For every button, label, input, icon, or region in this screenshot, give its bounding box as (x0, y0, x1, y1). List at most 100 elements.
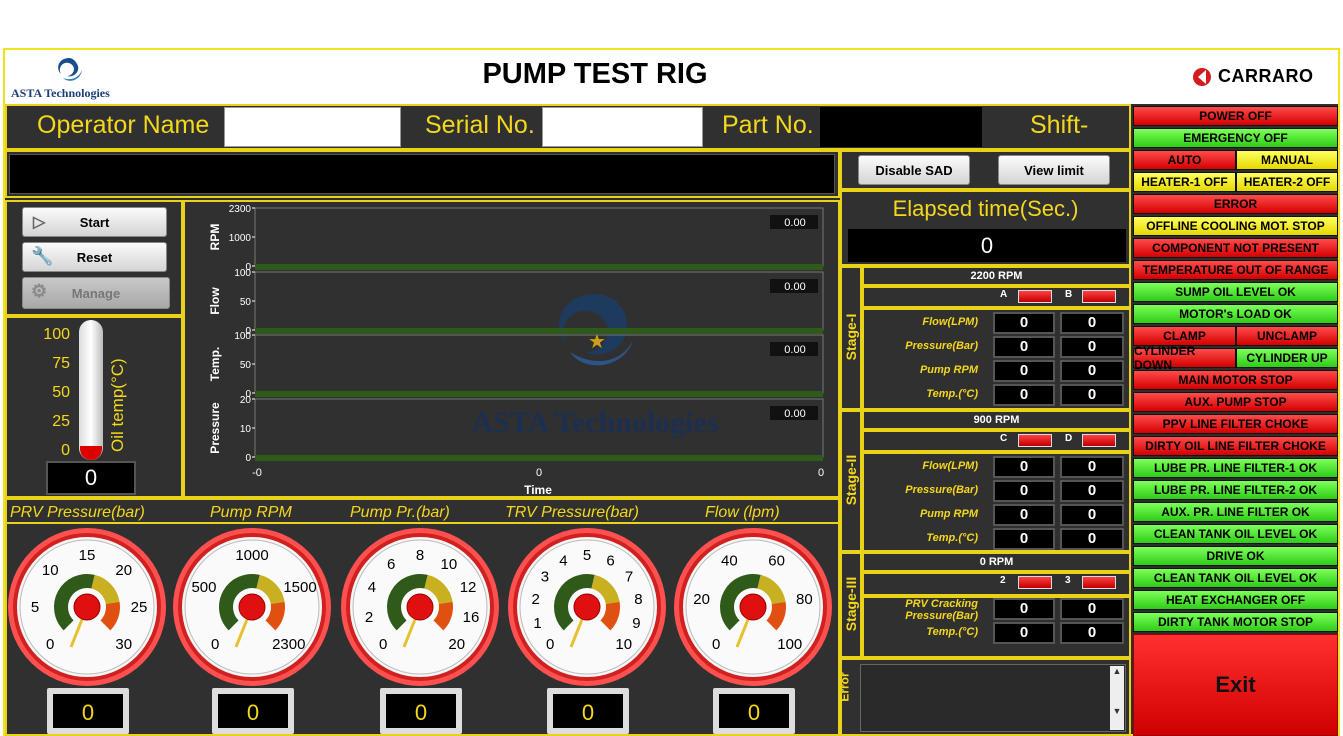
status-indicator: CLAMP (1133, 326, 1236, 346)
page-title: PUMP TEST RIG (482, 58, 708, 90)
gauge-tick-label: 5 (31, 599, 39, 616)
status-indicator: POWER OFF (1133, 106, 1338, 126)
channel-a-led (1018, 576, 1052, 589)
stage-value-b: 0 (1060, 384, 1124, 406)
oil-temp-readout: 0 (46, 461, 136, 495)
y-tick-label: 1000 (229, 233, 252, 244)
watermark-text: ASTA Technologies (471, 406, 718, 439)
y-tick-label: 10 (240, 424, 252, 435)
gauge-tick-label: 20 (115, 562, 132, 579)
disable-sad-button[interactable]: Disable SAD (858, 155, 970, 185)
gauge-tick-label: 4 (559, 553, 567, 570)
serial-input[interactable] (542, 107, 703, 147)
y-axis-label: RPM (208, 224, 222, 251)
thermometer-label: Oil temp(°C) (108, 358, 127, 452)
gauge-tick-label: 15 (79, 547, 96, 564)
start-label: Start (79, 214, 110, 230)
stage-rpm: 900 RPM (862, 410, 1131, 430)
channel-b-label: B (1065, 289, 1073, 300)
gauge-tick-label: 6 (387, 556, 395, 573)
status-indicator: DIRTY OIL LINE FILTER CHOKE (1133, 436, 1338, 456)
error-scrollbar[interactable]: ▲ ▼ (1110, 666, 1124, 730)
gauge-tick-label: 20 (448, 636, 465, 653)
status-indicator: EMERGENCY OFF (1133, 128, 1338, 148)
gauge-tick-label: 8 (416, 547, 424, 564)
stage-value-a: 0 (993, 456, 1055, 478)
gauge-tick-label: 100 (777, 636, 802, 653)
message-display (9, 154, 835, 194)
status-indicator: HEATER-1 OFF (1133, 172, 1236, 192)
status-indicator: DRIVE OK (1133, 546, 1338, 566)
stage-value-a: 0 (993, 504, 1055, 526)
status-indicator: CYLINDER UP (1236, 348, 1338, 368)
thermometer-tick: 50 (52, 384, 70, 401)
status-indicator: UNCLAMP (1236, 326, 1338, 346)
status-indicator: HEATER-2 OFF (1236, 172, 1338, 192)
status-indicator: AUX. PR. LINE FILTER OK (1133, 502, 1338, 522)
status-panel: POWER OFF EMERGENCY OFF AUTO MANUAL HEATER-1… (1133, 106, 1338, 632)
error-textbox[interactable]: ▲ ▼ (860, 664, 1126, 732)
series-readout: 0.00 (784, 344, 805, 356)
stage-row-label: Pump RPM (919, 364, 978, 376)
y-axis-label: Flow (208, 287, 222, 315)
channel-b-label: D (1065, 433, 1073, 444)
status-indicator: CLEAN TANK OIL LEVEL OK (1133, 524, 1338, 544)
gauge-tick-label: 9 (632, 615, 640, 632)
stage-row-label: Pressure(Bar) (905, 340, 978, 352)
exit-button[interactable]: Exit (1133, 634, 1338, 736)
gauge-tick-label: 500 (191, 579, 216, 596)
view-limit-button[interactable]: View limit (998, 155, 1110, 185)
thermometer-tube (79, 320, 103, 460)
thermometer-tick: 0 (61, 442, 70, 459)
channel-b-led (1082, 434, 1116, 447)
stage-value-b: 0 (1060, 312, 1124, 334)
status-indicator: MAIN MOTOR STOP (1133, 370, 1338, 390)
gauge-tick-label: 20 (693, 591, 710, 608)
gauge-readout: 0 (415, 700, 427, 725)
part-input[interactable] (820, 107, 982, 147)
series-readout: 0.00 (784, 408, 805, 420)
reset-button[interactable]: 🔧 Reset (22, 242, 167, 272)
status-indicator: CYLINDER DOWN (1133, 344, 1236, 372)
status-indicator: HEAT EXCHANGER OFF (1133, 590, 1338, 610)
y-tick-label: 2300 (229, 204, 252, 215)
gauge-label: Pump RPM (210, 504, 292, 521)
gauge-tick-label: 30 (115, 636, 132, 653)
reset-label: Reset (76, 249, 113, 265)
gauge-tick-label: 16 (463, 609, 480, 626)
elapsed-readout: 0 (848, 229, 1126, 262)
x-tick-label: -0 (252, 467, 262, 479)
y-axis-label: Pressure (208, 402, 222, 454)
plot-area (254, 334, 824, 394)
gauge-tick-label: 2 (365, 609, 373, 626)
stage-row-label: Temp.(°C) (926, 388, 978, 400)
gauge-tick-label: 0 (712, 636, 720, 653)
gauge-tick-label: 4 (368, 579, 376, 596)
stage-title: Stage-I (843, 313, 859, 361)
gauge-hub (739, 593, 767, 621)
manage-button[interactable]: ⚙ Manage (22, 277, 170, 309)
gauge-label: PRV Pressure(bar) (10, 504, 145, 521)
error-label: Error (837, 672, 852, 702)
gauge-tick-label: 25 (131, 599, 148, 616)
y-tick-label: 50 (240, 297, 252, 308)
gauge-readout: 0 (748, 700, 760, 725)
channel-b-led (1082, 576, 1116, 589)
stage-row-label: PRV Cracking Pressure(Bar) (905, 598, 978, 622)
play-icon: ▷ (33, 214, 46, 231)
trend-chart: ★ ASTA Technologies RPM 2300 1000 0 0.00 Flow 10… (208, 204, 824, 496)
gauge-tick-label: 7 (625, 568, 633, 585)
gauge-tick-label: 0 (211, 636, 219, 653)
operator-input[interactable] (224, 107, 401, 147)
thermometer-tick: 25 (52, 413, 70, 430)
stage-row-label: Flow(LPM) (922, 460, 978, 472)
stage-value-a: 0 (993, 360, 1055, 382)
gauge-tick-label: 0 (46, 636, 54, 653)
stage-value-a: 0 (993, 384, 1055, 406)
star-icon: ★ (588, 331, 606, 353)
y-tick-label: 0 (245, 453, 251, 464)
gauge-tick-label: 2 (531, 591, 539, 608)
status-indicator: AUX. PUMP STOP (1133, 392, 1338, 412)
series-line (255, 328, 823, 334)
start-button[interactable]: ▷ Start (22, 207, 167, 237)
